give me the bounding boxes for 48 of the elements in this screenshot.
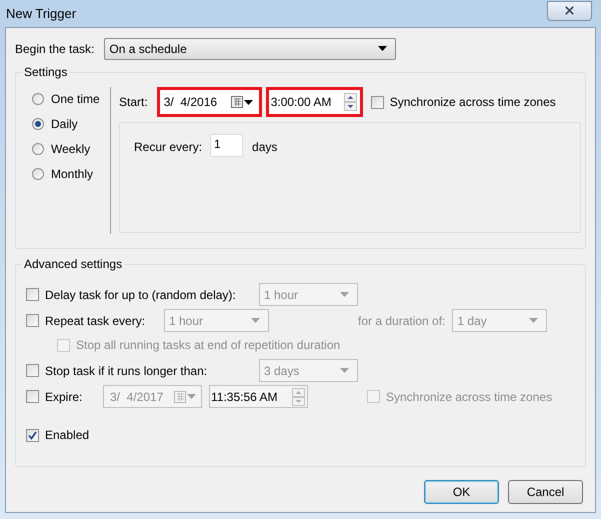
checkbox[interactable] bbox=[26, 390, 39, 403]
radio-option[interactable]: Weekly bbox=[32, 141, 110, 157]
group-title: Advanced settings bbox=[22, 256, 124, 272]
checkbox[interactable] bbox=[26, 364, 39, 377]
radio-option[interactable]: Monthly bbox=[32, 166, 110, 182]
dropdown[interactable]: On a schedule bbox=[104, 38, 396, 60]
dialog-button[interactable]: OK bbox=[424, 480, 499, 504]
radio-option[interactable]: One time bbox=[32, 91, 110, 107]
checkbox-label: Repeat task every: bbox=[45, 312, 146, 330]
checkbox-label: Expire: bbox=[45, 388, 82, 406]
caret-icon bbox=[340, 368, 349, 373]
field-label: Start: bbox=[119, 94, 148, 111]
close-icon bbox=[563, 4, 576, 17]
date-picker[interactable]: 3/ 4/2016 bbox=[156, 87, 262, 117]
caret-icon bbox=[251, 318, 260, 323]
checkbox[interactable] bbox=[26, 314, 39, 327]
checkbox-label: Delay task for up to (random delay): bbox=[45, 286, 236, 304]
close-button[interactable] bbox=[547, 0, 592, 20]
checkbox-label: Stop all running tasks at end of repetition duration bbox=[76, 337, 340, 354]
field-label: Recur every: bbox=[134, 139, 202, 156]
checkbox-label: Stop task if it runs longer than: bbox=[45, 362, 208, 380]
field-label: Begin the task: bbox=[15, 40, 94, 58]
calendar-icon bbox=[230, 96, 243, 108]
checkbox-label: Synchronize across time zones bbox=[390, 94, 556, 111]
checkbox[interactable] bbox=[367, 390, 380, 403]
caret-icon bbox=[529, 318, 538, 323]
number-field[interactable]: 1 bbox=[210, 134, 244, 157]
checkbox[interactable] bbox=[57, 338, 70, 352]
checkbox[interactable] bbox=[26, 288, 39, 301]
checkmark-icon bbox=[28, 430, 37, 440]
caret-icon bbox=[378, 46, 388, 51]
radio-option[interactable]: Daily bbox=[32, 116, 110, 132]
checkbox-label: Synchronize across time zones bbox=[386, 388, 552, 406]
field-label: for a duration of: bbox=[358, 312, 446, 330]
window-title: New Trigger bbox=[5, 4, 76, 23]
caret-icon bbox=[340, 292, 349, 297]
checkbox[interactable] bbox=[370, 96, 384, 108]
time-field[interactable]: 11:35:56 AM bbox=[209, 385, 308, 408]
checkbox-label: Enabled bbox=[45, 427, 90, 444]
group-title: Settings bbox=[22, 64, 70, 80]
caret-icon bbox=[244, 100, 253, 104]
unit-label: days bbox=[252, 139, 278, 156]
dialog-button[interactable]: Cancel bbox=[508, 480, 583, 504]
spinner-arrows-icon[interactable] bbox=[344, 93, 357, 111]
time-field[interactable]: 3:00:00 AM bbox=[266, 87, 363, 117]
caret-icon bbox=[187, 394, 196, 399]
calendar-icon bbox=[174, 390, 186, 402]
checkbox[interactable] bbox=[26, 428, 39, 442]
